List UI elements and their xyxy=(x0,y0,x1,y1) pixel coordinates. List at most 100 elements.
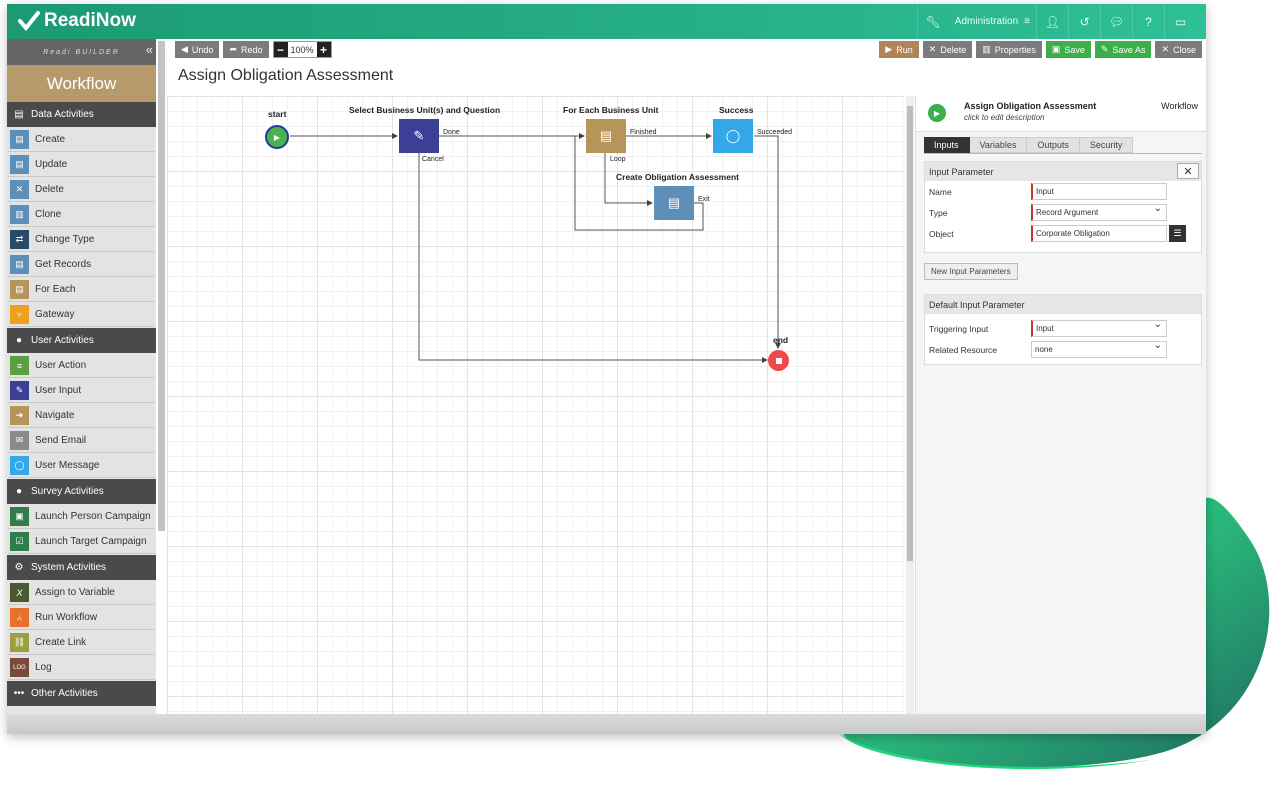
related-label: Related Resource xyxy=(929,344,998,355)
create-node[interactable]: ▤ xyxy=(654,186,694,220)
palette-item-update[interactable]: ▤ Update xyxy=(8,153,155,177)
related-select[interactable]: none xyxy=(1031,340,1167,358)
canvas-scrollbar[interactable] xyxy=(906,96,914,714)
palette-item-user-message[interactable]: ◯ User Message xyxy=(8,454,155,478)
input-parameter-header: Input Parameter ✕ xyxy=(925,162,1201,181)
port-done: Done xyxy=(443,129,460,136)
foreach-node[interactable]: ▤ xyxy=(586,119,626,153)
category-user-activities[interactable]: ● User Activities xyxy=(7,328,156,353)
edge-success-end xyxy=(754,135,781,349)
palette-item-user-input[interactable]: ✎ User Input xyxy=(8,379,155,403)
zoom-out-button[interactable]: − xyxy=(273,42,288,57)
redo-button[interactable]: ➦ Redo xyxy=(223,41,269,58)
object-picker-icon[interactable]: ☰ xyxy=(1169,225,1186,242)
hamburger-icon: ≡ xyxy=(1024,16,1030,27)
palette-item-log[interactable]: LOG Log xyxy=(8,656,155,680)
new-input-parameters-button[interactable]: New Input Parameters xyxy=(924,263,1018,280)
tab-divider xyxy=(924,153,1202,154)
category-other-activities[interactable]: ••• Other Activities xyxy=(7,681,156,706)
palette-item-create-link[interactable]: ⛓ Create Link xyxy=(8,631,155,655)
palette-item-launch-person-campaign[interactable]: ▣ Launch Person Campaign xyxy=(8,505,155,529)
app-logo[interactable]: ReadiNow xyxy=(17,10,136,32)
palette-item-get-records[interactable]: ▤ Get Records xyxy=(8,253,155,277)
end-node[interactable] xyxy=(768,350,789,371)
start-label: start xyxy=(268,109,287,119)
workflow-description[interactable]: click to edit description xyxy=(964,113,1044,122)
tab-outputs[interactable]: Outputs xyxy=(1027,137,1080,153)
top-bar: ReadiNow 🔧︎ Administration ≡ 👤︎ ↺ 💬︎ ? ▭ xyxy=(7,4,1206,39)
clone-icon: ▥ xyxy=(10,205,29,224)
message-icon: ◯ xyxy=(725,128,741,143)
palette-item-launch-target-campaign[interactable]: ☑ Launch Target Campaign xyxy=(8,530,155,554)
email-icon: ✉ xyxy=(10,431,29,450)
get-records-icon: ▤ xyxy=(10,255,29,274)
palette-item-create[interactable]: ▤ Create xyxy=(8,128,155,152)
tab-variables[interactable]: Variables xyxy=(969,137,1028,153)
palette-item-delete[interactable]: ✕ Delete xyxy=(8,178,155,202)
category-survey-activities[interactable]: ● Survey Activities xyxy=(7,479,156,504)
navigate-icon: ➜ xyxy=(10,406,29,425)
undo-button[interactable]: ◀ Undo xyxy=(175,41,220,58)
panel-tabs: Inputs Variables Outputs Security xyxy=(924,137,1134,153)
status-bar xyxy=(7,714,1206,734)
save-as-button[interactable]: ✎ Save As xyxy=(1094,41,1152,58)
success-node-label: Success xyxy=(719,105,754,115)
collapse-icon[interactable]: « xyxy=(146,42,153,57)
save-button[interactable]: ▣ Save xyxy=(1045,41,1091,58)
help-icon[interactable]: ? xyxy=(1132,4,1164,39)
history-icon[interactable]: ↺ xyxy=(1068,4,1100,39)
category-system-activities[interactable]: ⚙ System Activities xyxy=(7,555,156,580)
workflow-type: Workflow xyxy=(1161,101,1198,111)
run-workflow-icon: ⑃ xyxy=(10,608,29,627)
workflow-name[interactable]: Assign Obligation Assessment xyxy=(964,101,1096,111)
name-label: Name xyxy=(929,186,952,197)
for-each-icon: ▤ xyxy=(10,280,29,299)
default-parameter-section: Default Input Parameter Triggering Input… xyxy=(924,294,1202,365)
palette-item-user-action[interactable]: ≡ User Action xyxy=(8,354,155,378)
palette-item-navigate[interactable]: ➜ Navigate xyxy=(8,404,155,428)
play-icon[interactable]: ▶ xyxy=(928,104,946,122)
workflow-canvas[interactable]: start ▶ Select Business Unit(s) and Ques… xyxy=(167,96,904,714)
success-node[interactable]: ◯ xyxy=(713,119,753,153)
palette-scrollbar[interactable] xyxy=(158,41,165,531)
close-icon: ✕ xyxy=(1161,44,1169,54)
palette-item-clone[interactable]: ▥ Clone xyxy=(8,203,155,227)
object-input[interactable]: Corporate Obligation xyxy=(1031,225,1167,242)
trigger-select[interactable]: Input xyxy=(1031,319,1167,337)
admin-menu[interactable]: Administration ≡ xyxy=(949,4,1036,39)
run-button[interactable]: ▶ Run xyxy=(879,41,919,58)
start-node[interactable]: ▶ xyxy=(265,125,289,149)
name-input[interactable]: Input xyxy=(1031,183,1167,200)
chat-icon[interactable]: 💬︎ xyxy=(1100,4,1132,39)
palette-item-for-each[interactable]: ▤ For Each xyxy=(8,278,155,302)
palette-item-assign-variable[interactable]: X Assign to Variable xyxy=(8,581,155,605)
connector-lines xyxy=(290,133,781,363)
user-input-icon: ✎ xyxy=(413,128,425,143)
wrench-icon[interactable]: 🔧︎ xyxy=(916,4,949,39)
palette-item-gateway[interactable]: ⑂ Gateway xyxy=(8,303,155,327)
scroll-thumb[interactable] xyxy=(907,106,913,561)
select-node[interactable]: ✎ xyxy=(399,119,439,153)
category-data-activities[interactable]: ▤ Data Activities xyxy=(7,102,156,127)
palette-item-run-workflow[interactable]: ⑃ Run Workflow xyxy=(8,606,155,630)
app-name: ReadiNow xyxy=(44,10,136,31)
check-logo-icon xyxy=(18,11,40,32)
message-icon: ◯ xyxy=(10,456,29,475)
properties-button[interactable]: ▥ Properties xyxy=(976,41,1042,58)
palette-item-change-type[interactable]: ⇄ Change Type xyxy=(8,228,155,252)
properties-icon: ▥ xyxy=(982,44,991,54)
type-label: Type xyxy=(929,207,948,218)
gateway-icon: ⑂ xyxy=(10,305,29,324)
zoom-in-button[interactable]: + xyxy=(316,42,331,57)
type-select[interactable]: Record Argument xyxy=(1031,203,1167,221)
palette-item-send-email[interactable]: ✉ Send Email xyxy=(8,429,155,453)
fullscreen-icon[interactable]: ▭ xyxy=(1164,4,1196,39)
person-campaign-icon: ▣ xyxy=(10,507,29,526)
close-button[interactable]: ✕ Close xyxy=(1155,41,1202,58)
user-icon[interactable]: 👤︎ xyxy=(1036,4,1068,39)
tab-inputs[interactable]: Inputs xyxy=(924,137,970,153)
remove-parameter-button[interactable]: ✕ xyxy=(1177,163,1199,179)
change-type-icon: ⇄ xyxy=(10,230,29,249)
tab-security[interactable]: Security xyxy=(1079,137,1134,153)
delete-button[interactable]: ✕ Delete xyxy=(922,41,973,58)
